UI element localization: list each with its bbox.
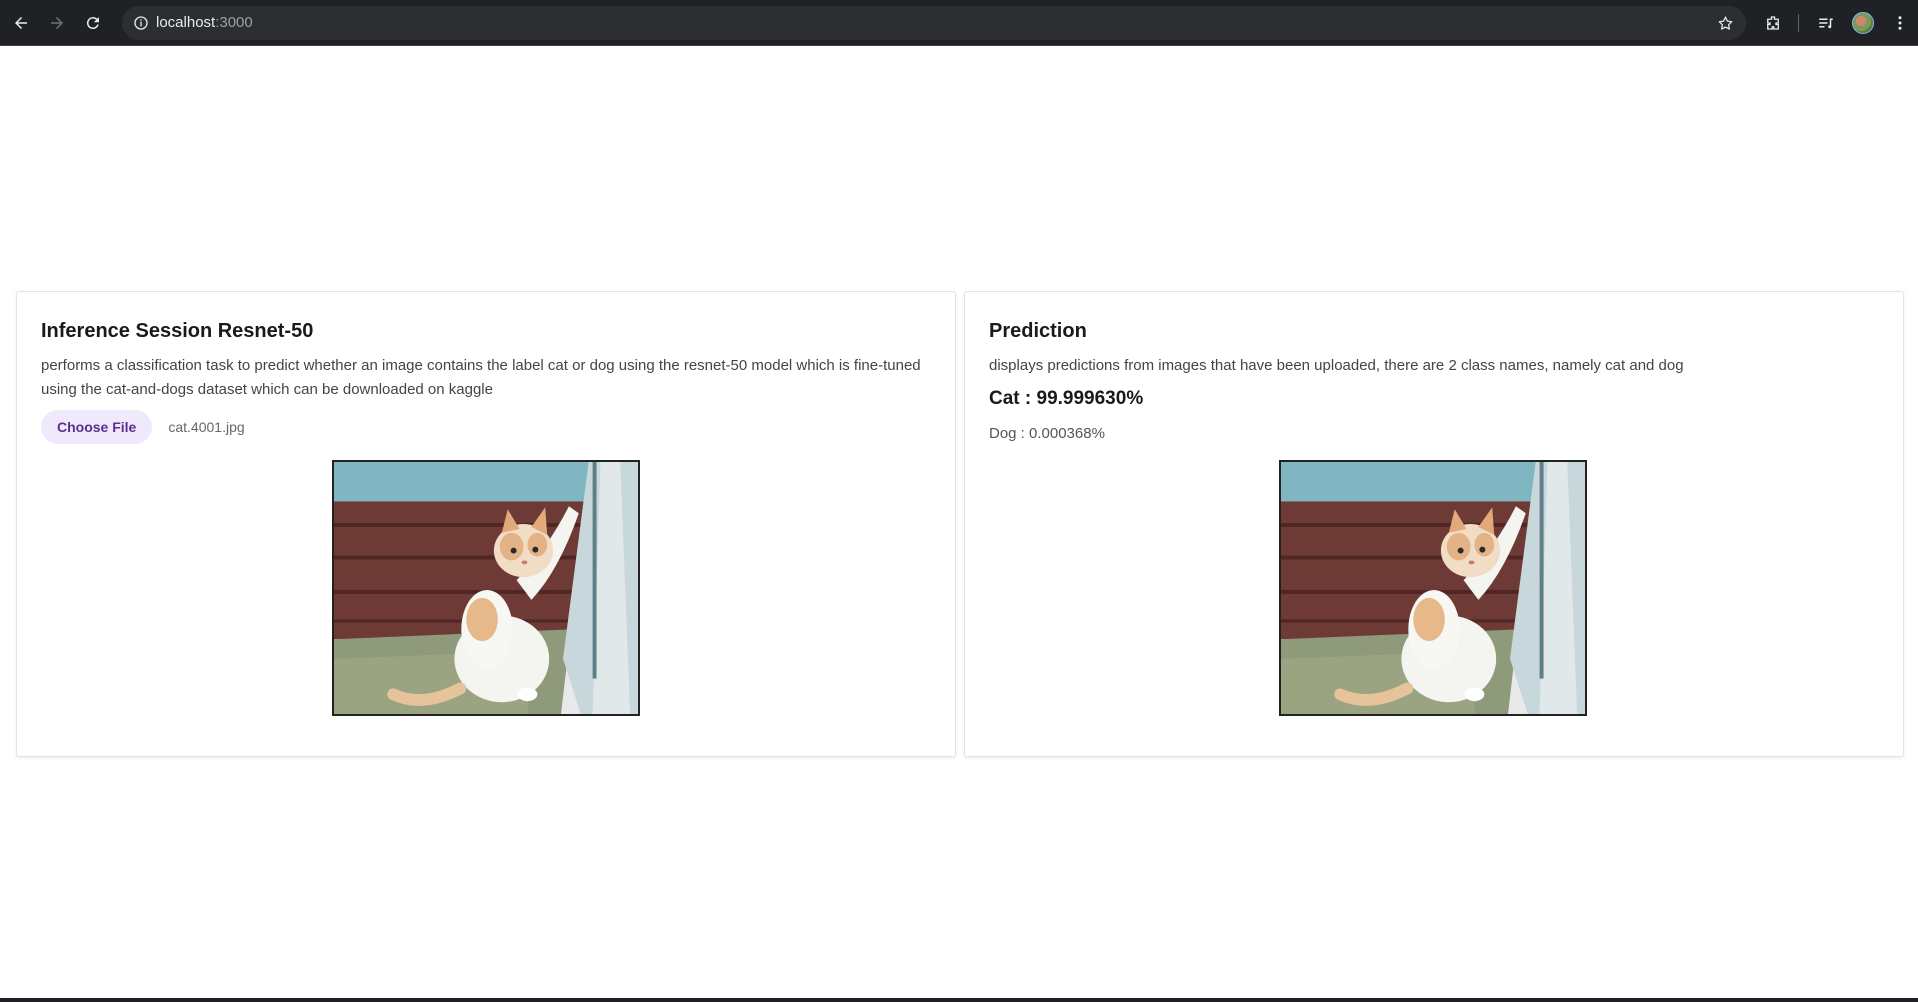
- media-controls-icon[interactable]: [1813, 10, 1839, 36]
- back-arrow-icon[interactable]: [8, 10, 34, 36]
- extensions-icon[interactable]: [1760, 10, 1786, 36]
- reload-icon[interactable]: [80, 10, 106, 36]
- profile-avatar-icon[interactable]: [1852, 12, 1874, 34]
- inference-title: Inference Session Resnet-50: [41, 320, 314, 342]
- window-bottom-edge: [0, 998, 1918, 1002]
- toolbar-separator: [1798, 14, 1799, 32]
- forward-arrow-icon[interactable]: [44, 10, 70, 36]
- prediction-title: Prediction: [989, 320, 1087, 342]
- address-bar[interactable]: localhost:3000: [122, 6, 1746, 40]
- browser-toolbar: localhost:3000: [0, 0, 1918, 46]
- prediction-description: displays predictions from images that ha…: [989, 357, 1684, 374]
- inference-description: performs a classification task to predic…: [41, 357, 921, 398]
- top-prediction: Cat : 99.999630%: [989, 388, 1144, 409]
- prediction-image: [1279, 460, 1587, 716]
- site-info-icon[interactable]: [128, 10, 154, 36]
- choose-file-button[interactable]: Choose File: [41, 410, 153, 444]
- menu-dots-icon[interactable]: [1887, 10, 1913, 36]
- prediction-card: Prediction displays predictions from ima…: [964, 291, 1904, 757]
- selected-file-name: cat.4001.jpg: [168, 419, 245, 435]
- inference-card: Inference Session Resnet-50 performs a c…: [16, 291, 956, 757]
- bookmark-star-icon[interactable]: [1714, 12, 1736, 34]
- url-port: :3000: [215, 14, 253, 31]
- url-host: localhost: [156, 14, 216, 31]
- file-input[interactable]: Choose File cat.4001.jpg: [41, 410, 245, 444]
- uploaded-image-preview: [332, 460, 640, 716]
- secondary-prediction: Dog : 0.000368%: [989, 425, 1105, 442]
- url-text[interactable]: localhost:3000: [156, 14, 253, 31]
